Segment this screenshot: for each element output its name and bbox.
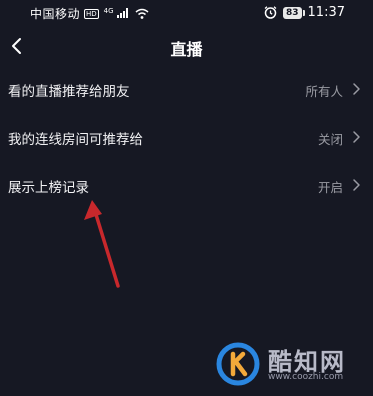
setting-label: 看的直播推荐给朋友 bbox=[8, 84, 130, 100]
status-bar: 中国移动 HD 4G 83 11:37 bbox=[0, 0, 373, 26]
chevron-right-icon bbox=[353, 131, 360, 143]
carrier-name: 中国移动 bbox=[30, 7, 81, 21]
watermark-logo-icon bbox=[216, 342, 260, 386]
status-right: 83 11:37 bbox=[264, 5, 345, 20]
setting-value: 开启 bbox=[317, 180, 343, 195]
network-type: 4G bbox=[103, 6, 114, 15]
setting-label: 我的连线房间可推荐给 bbox=[8, 132, 143, 148]
status-time: 11:37 bbox=[307, 5, 345, 20]
annotation-arrow bbox=[84, 200, 120, 288]
wifi-icon bbox=[135, 8, 149, 19]
setting-label: 展示上榜记录 bbox=[8, 180, 89, 196]
battery-indicator: 83 bbox=[283, 6, 305, 19]
chevron-right-icon bbox=[353, 179, 360, 191]
status-left: 中国移动 HD 4G bbox=[30, 5, 149, 22]
watermark-url: www.coozhi.com bbox=[268, 372, 344, 382]
setting-row-show-ranking[interactable]: 展示上榜记录 开启 bbox=[0, 162, 373, 210]
nav-bar: 直播 bbox=[0, 26, 373, 66]
watermark: 酷知网 www.coozhi.com bbox=[214, 340, 364, 390]
alarm-clock-icon bbox=[264, 6, 277, 19]
hd-badge: HD bbox=[84, 8, 99, 19]
chevron-right-icon bbox=[353, 83, 360, 95]
setting-value: 关闭 bbox=[317, 132, 343, 147]
setting-row-recommend-room[interactable]: 我的连线房间可推荐给 关闭 bbox=[0, 114, 373, 162]
page-title: 直播 bbox=[170, 40, 203, 59]
network-indicator: 4G bbox=[103, 7, 132, 21]
setting-row-recommend-live[interactable]: 看的直播推荐给朋友 所有人 bbox=[0, 66, 373, 114]
setting-value: 所有人 bbox=[305, 84, 343, 99]
settings-list: 看的直播推荐给朋友 所有人 我的连线房间可推荐给 关闭 展示上榜记录 开启 bbox=[0, 66, 373, 210]
signal-icon bbox=[117, 7, 129, 18]
